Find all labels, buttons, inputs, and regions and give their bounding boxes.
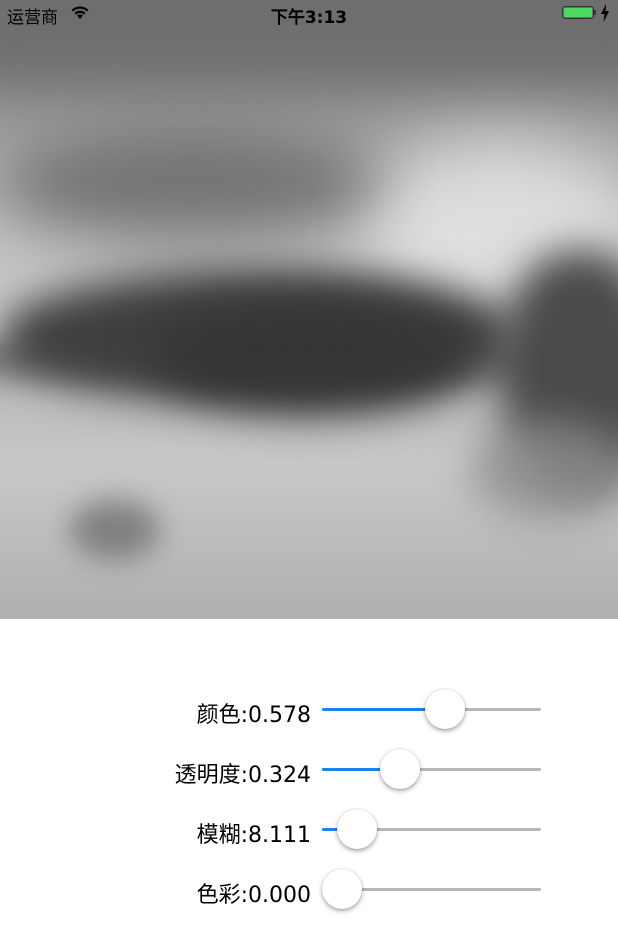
- slider-thumb[interactable]: [322, 869, 362, 909]
- slider-thumb[interactable]: [379, 749, 420, 789]
- photo-ground-spot-layer: [70, 500, 160, 560]
- slider-row-blur: 模糊:8.111: [0, 809, 618, 849]
- blurred-photo: [0, 0, 618, 619]
- status-bar: 运营商 下午3:13: [0, 0, 618, 28]
- slider-row-opacity: 透明度:0.324: [0, 749, 618, 789]
- color-slider-label: 颜色:0.578: [196, 703, 311, 728]
- slider-thumb[interactable]: [336, 809, 377, 849]
- blur-slider-label: 模糊:8.111: [196, 823, 311, 848]
- photo-hill-shadow-layer: [150, 300, 470, 410]
- status-time: 下午3:13: [270, 8, 348, 28]
- saturation-slider[interactable]: [322, 869, 541, 909]
- charging-bolt-icon: [601, 4, 609, 22]
- battery-cap: [594, 10, 596, 15]
- saturation-slider-label: 色彩:0.000: [196, 883, 311, 908]
- slider-thumb[interactable]: [425, 689, 466, 729]
- opacity-slider-label: 透明度:0.324: [174, 763, 311, 788]
- photo-ground-right-layer: [470, 420, 618, 520]
- opacity-slider[interactable]: [322, 749, 541, 789]
- photo-cloud-layer: [0, 130, 380, 240]
- color-slider[interactable]: [322, 689, 541, 729]
- battery-icon: [562, 6, 594, 19]
- filter-controls-panel: 颜色:0.578 透明度:0.324 模糊:8.111 色彩:0.000: [0, 619, 618, 940]
- slider-row-saturation: 色彩:0.000: [0, 869, 618, 909]
- battery-level-fill: [564, 8, 592, 17]
- blur-slider[interactable]: [322, 809, 541, 849]
- slider-row-color: 颜色:0.578: [0, 689, 618, 729]
